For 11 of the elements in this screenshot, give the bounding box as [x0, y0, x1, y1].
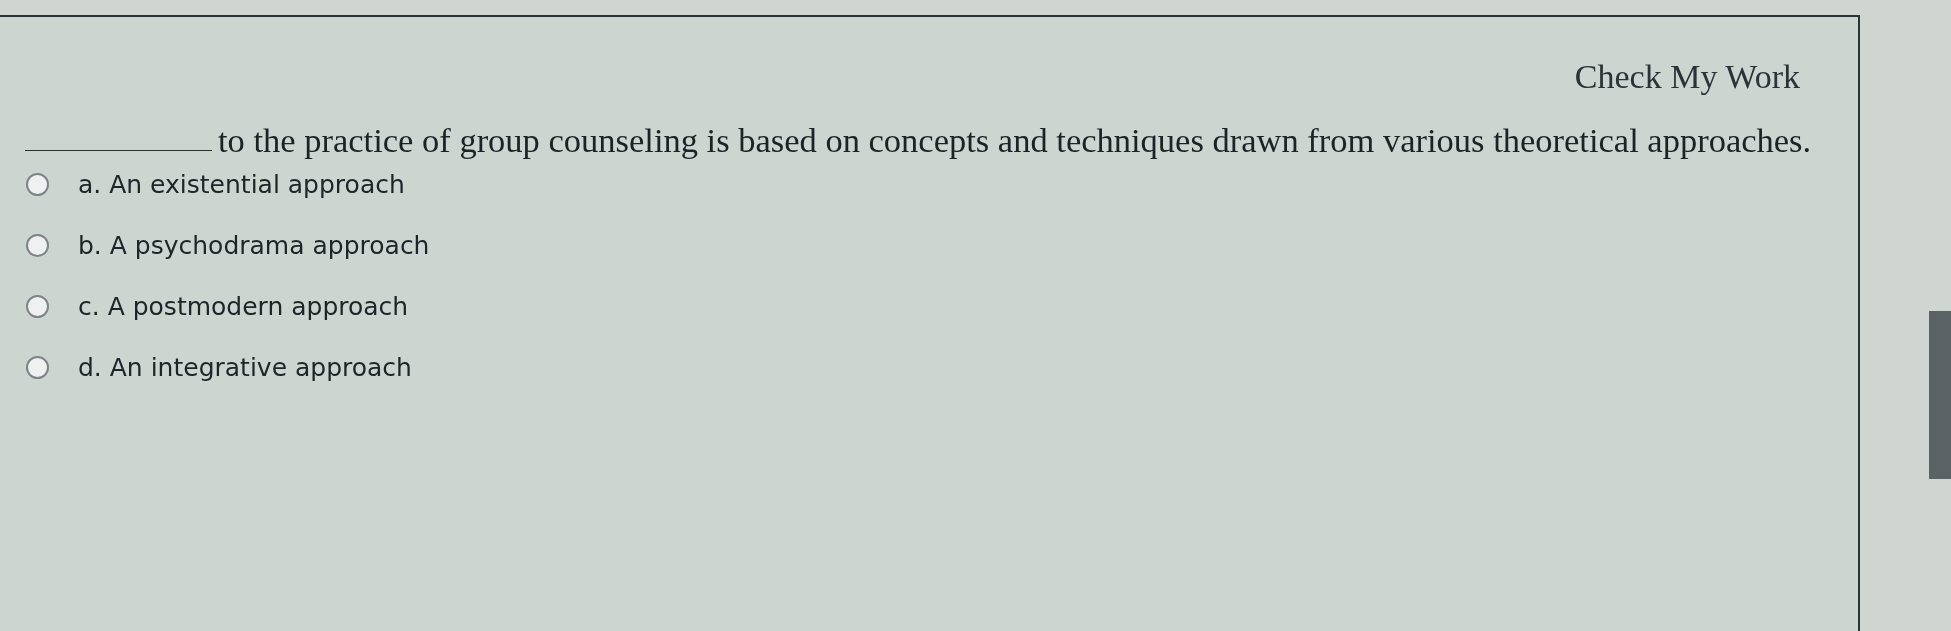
- radio-button[interactable]: [26, 234, 49, 257]
- radio-button[interactable]: [26, 295, 49, 318]
- scrollbar-thumb[interactable]: [1929, 311, 1951, 479]
- question-text: to the practice of group counseling is based on concepts and techniques drawn from various theoretical approaches.: [218, 120, 1812, 160]
- option-label[interactable]: d. An integrative approach: [78, 353, 412, 382]
- option-label[interactable]: b. A psychodrama approach: [78, 231, 430, 260]
- option-label[interactable]: a. An existential approach: [78, 170, 405, 199]
- radio-button[interactable]: [26, 356, 49, 379]
- option-label[interactable]: c. A postmodern approach: [78, 292, 409, 321]
- check-my-work-link[interactable]: Check My Work: [1574, 57, 1800, 96]
- radio-button[interactable]: [26, 173, 49, 196]
